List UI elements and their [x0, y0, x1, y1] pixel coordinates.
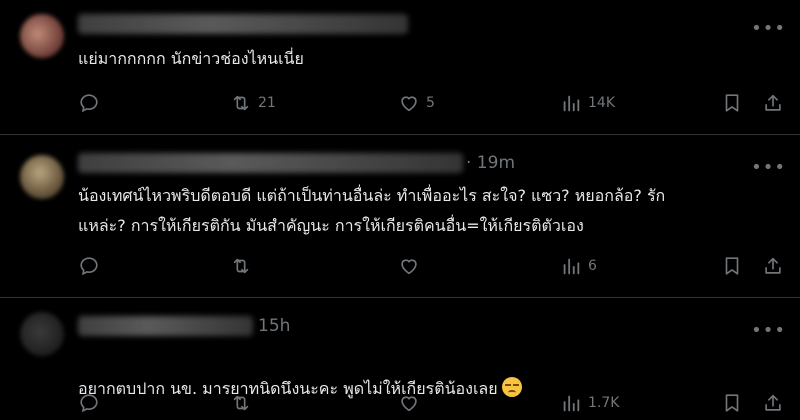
share-icon [765, 94, 781, 111]
views-button[interactable]: 6 [560, 255, 597, 277]
views-chart-icon [563, 395, 580, 412]
post-actions: 1.7K [78, 392, 786, 416]
avatar[interactable] [20, 312, 64, 356]
reply-icon [80, 94, 98, 113]
bookmark-button[interactable] [721, 92, 743, 114]
views-chart-icon [563, 95, 580, 112]
post-text: แย่มากกกกก นักข่าวช่องไหนเนี่ย [78, 49, 304, 68]
repost-button[interactable] [230, 255, 252, 277]
views-button[interactable]: 1.7K [560, 392, 619, 414]
bookmark-icon [725, 94, 739, 112]
post-actions: 21 5 14K [78, 92, 786, 116]
author-name-blurred[interactable] [78, 153, 463, 173]
reply-button[interactable] [78, 92, 100, 114]
repost-icon [233, 95, 249, 111]
like-button[interactable]: 5 [398, 92, 435, 114]
heart-icon [401, 259, 417, 275]
repost-button[interactable]: 21 [230, 92, 276, 114]
bookmark-button[interactable] [721, 392, 743, 414]
more-options-button[interactable]: ••• [751, 322, 786, 340]
share-button[interactable] [762, 255, 784, 277]
views-chart-icon [563, 258, 580, 275]
share-button[interactable] [762, 92, 784, 114]
author-name-blurred[interactable] [78, 316, 253, 336]
avatar[interactable] [20, 155, 64, 199]
repost-icon [233, 258, 249, 274]
bookmark-icon [725, 257, 739, 275]
views-count: 6 [588, 258, 597, 274]
repost-icon [233, 395, 249, 411]
heart-icon [401, 96, 417, 112]
like-button[interactable] [398, 392, 420, 414]
like-button[interactable] [398, 255, 420, 277]
repost-button[interactable] [230, 392, 252, 414]
post-1[interactable]: ••• แย่มากกกกก นักข่าวช่องไหนเนี่ย 21 5 … [0, 0, 800, 134]
bookmark-icon [725, 394, 739, 412]
post-timestamp[interactable]: 15h [258, 316, 290, 336]
reply-button[interactable] [78, 255, 100, 277]
share-icon [765, 257, 781, 274]
post-actions: 6 [78, 255, 786, 279]
like-count: 5 [426, 95, 435, 111]
views-button[interactable]: 14K [560, 92, 615, 114]
post-2[interactable]: · 19m ••• น้องเทศน์ไหวพริบดีตอบดี แต่ถ้า… [0, 135, 800, 297]
share-icon [765, 394, 781, 411]
post-3[interactable]: 15h ••• อยากตบปาก นข. มารยาทนิดนึงนะคะ พ… [0, 298, 800, 420]
reply-icon [80, 257, 98, 276]
views-count: 14K [588, 95, 615, 111]
more-options-button[interactable]: ••• [751, 159, 786, 177]
post-text: น้องเทศน์ไหวพริบดีตอบดี แต่ถ้าเป็นท่านอื… [78, 186, 666, 235]
reply-icon [80, 394, 98, 413]
avatar[interactable] [20, 14, 64, 58]
reply-feed: ••• แย่มากกกกก นักข่าวช่องไหนเนี่ย 21 5 … [0, 0, 800, 420]
repost-count: 21 [258, 95, 276, 111]
share-button[interactable] [762, 392, 784, 414]
post-timestamp[interactable]: · 19m [466, 153, 515, 173]
bookmark-button[interactable] [721, 255, 743, 277]
reply-button[interactable] [78, 392, 100, 414]
more-options-button[interactable]: ••• [751, 20, 786, 38]
author-name-blurred[interactable] [78, 14, 408, 34]
views-count: 1.7K [588, 395, 620, 411]
heart-icon [401, 396, 417, 412]
